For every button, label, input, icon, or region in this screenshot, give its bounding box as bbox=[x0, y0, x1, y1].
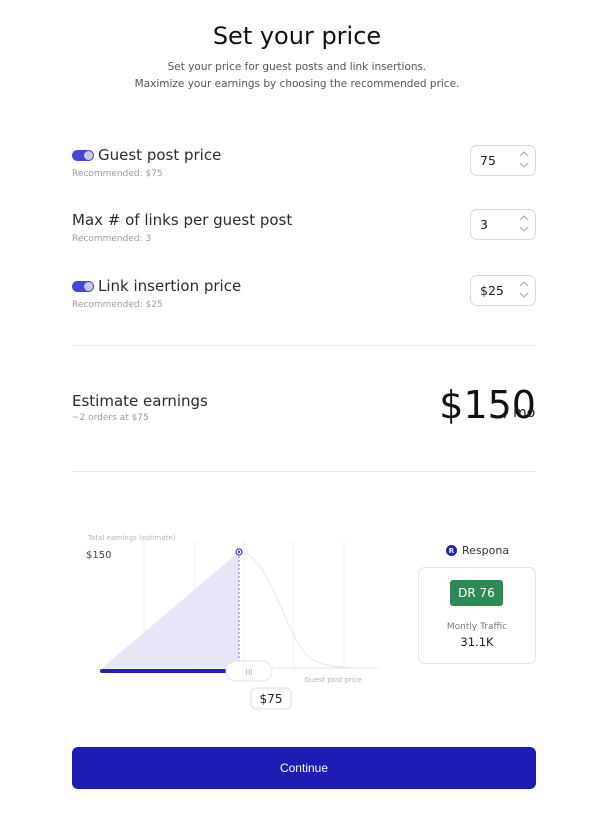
guest-post-price-stepper[interactable]: 75 bbox=[470, 145, 536, 176]
guest-post-price-row: Guest post price Recommended: $75 75 bbox=[72, 145, 536, 179]
chevron-up-icon[interactable] bbox=[519, 150, 529, 158]
earnings-chart: III Total earnings (estimate) $150 Guest… bbox=[86, 534, 379, 710]
brand: R Respona bbox=[446, 544, 509, 557]
link-insertion-recommended: Recommended: $25 bbox=[72, 300, 163, 310]
divider bbox=[72, 345, 536, 346]
link-insertion-toggle[interactable] bbox=[72, 280, 94, 292]
chevron-up-icon[interactable] bbox=[519, 214, 529, 222]
link-insertion-price-label: Link insertion price bbox=[98, 277, 242, 295]
earnings-area bbox=[102, 552, 239, 668]
traffic-label: Montly Traffic bbox=[446, 622, 508, 632]
chevron-down-icon[interactable] bbox=[519, 291, 529, 299]
subtitle-line-2: Maximize your earnings by choosing the r… bbox=[134, 78, 460, 90]
slider-value: $75 bbox=[260, 692, 283, 706]
guest-post-recommended: Recommended: $75 bbox=[72, 169, 163, 179]
respona-logo-icon: R bbox=[446, 545, 457, 556]
slider-handle[interactable]: III bbox=[225, 660, 273, 682]
slider-handle-grip: III bbox=[245, 668, 252, 677]
link-insertion-price-value: $25 bbox=[480, 283, 504, 298]
chart-y-label: Total earnings (estimate) bbox=[87, 534, 176, 542]
page-title: Set your price bbox=[212, 22, 382, 50]
continue-button[interactable]: Continue bbox=[72, 747, 536, 789]
max-links-row: Max # of links per guest post Recommende… bbox=[72, 209, 536, 244]
peak-marker-dot bbox=[237, 550, 241, 554]
earnings-curve-right bbox=[238, 551, 379, 669]
divider bbox=[72, 471, 536, 472]
site-stats-card: DR 76 Montly Traffic 31.1K bbox=[418, 567, 536, 664]
estimate-earnings-unit: / mo bbox=[504, 405, 536, 421]
max-links-recommended: Recommended: 3 bbox=[72, 234, 152, 244]
max-links-label: Max # of links per guest post bbox=[72, 211, 293, 229]
guest-post-price-label: Guest post price bbox=[98, 146, 222, 164]
brand-name: Respona bbox=[462, 544, 510, 557]
estimate-earnings-label: Estimate earnings bbox=[72, 392, 208, 410]
link-insertion-price-stepper[interactable]: $25 bbox=[470, 275, 536, 306]
chevron-down-icon[interactable] bbox=[519, 161, 529, 169]
dr-badge: DR 76 bbox=[450, 580, 503, 606]
subtitle-line-1: Set your price for guest posts and link … bbox=[167, 61, 427, 73]
max-links-value: 3 bbox=[480, 217, 488, 232]
chevron-up-icon[interactable] bbox=[519, 280, 529, 288]
guest-post-toggle[interactable] bbox=[72, 149, 94, 161]
traffic-value: 31.1K bbox=[460, 635, 494, 649]
chart-x-label: Guest post price bbox=[304, 676, 362, 684]
chevron-down-icon[interactable] bbox=[519, 225, 529, 233]
link-insertion-price-row: Link insertion price Recommended: $25 $2… bbox=[72, 275, 536, 310]
estimate-earnings-sub: ~2 orders at $75 bbox=[72, 413, 149, 423]
chart-peak-label: $150 bbox=[86, 550, 111, 561]
max-links-stepper[interactable]: 3 bbox=[470, 209, 536, 240]
guest-post-price-value: 75 bbox=[480, 153, 496, 168]
